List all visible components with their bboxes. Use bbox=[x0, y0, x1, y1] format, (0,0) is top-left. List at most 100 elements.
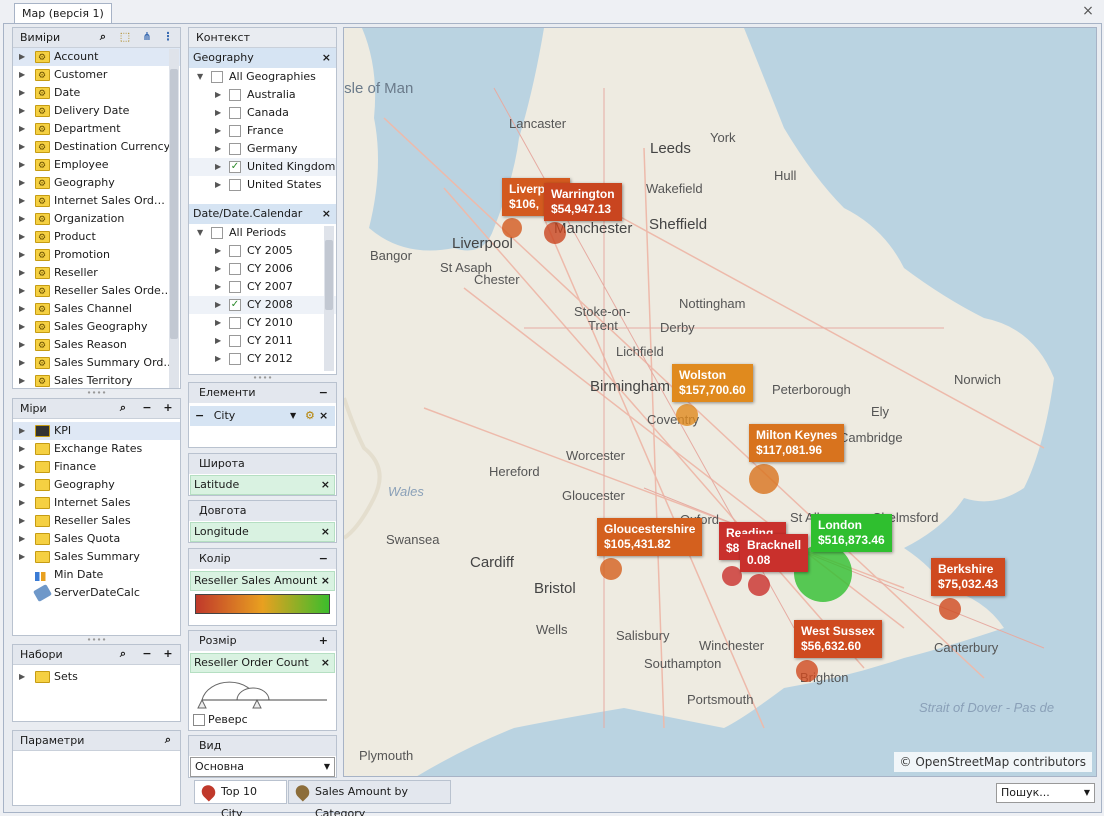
expand-icon[interactable]: ▶ bbox=[19, 548, 25, 566]
expand-icon[interactable]: ▶ bbox=[215, 278, 221, 296]
expand-icon[interactable]: ▶ bbox=[19, 422, 25, 440]
map-marker[interactable] bbox=[748, 574, 770, 596]
checkbox[interactable] bbox=[229, 335, 241, 347]
collapse-icon[interactable]: ▼ bbox=[197, 224, 203, 242]
checkbox[interactable] bbox=[229, 125, 241, 137]
expand-icon[interactable]: ▶ bbox=[215, 350, 221, 368]
set-item[interactable]: ▶ Sets bbox=[13, 668, 180, 686]
geography-item[interactable]: ▶ ✓ United Kingdom bbox=[189, 158, 336, 176]
measure-item[interactable]: ▶ Exchange Rates bbox=[13, 440, 180, 458]
map-marker[interactable] bbox=[502, 218, 522, 238]
expand-icon[interactable]: ▶ bbox=[19, 440, 25, 458]
expand-icon[interactable]: ▶ bbox=[19, 476, 25, 494]
longitude-field[interactable]: Longitude × bbox=[190, 522, 335, 542]
expand-icon[interactable]: ▶ bbox=[19, 174, 25, 192]
date-scrollbar[interactable] bbox=[324, 226, 334, 371]
view-select[interactable]: Основна ▼ bbox=[190, 757, 335, 777]
geography-item[interactable]: ▶ United States bbox=[189, 176, 336, 194]
dimension-item[interactable]: ▶ Sales Territory bbox=[13, 372, 180, 388]
dimension-item[interactable]: ▶ Date bbox=[13, 84, 180, 103]
dimension-item[interactable]: ▶ Sales Summary Ord… bbox=[13, 354, 180, 373]
chevron-down-icon[interactable]: ▼ bbox=[324, 758, 330, 776]
expand-icon[interactable]: ▶ bbox=[19, 282, 25, 300]
expand-icon[interactable]: ▶ bbox=[19, 66, 25, 84]
expand-icon[interactable]: ▶ bbox=[19, 354, 25, 372]
expand-icon[interactable]: ▶ bbox=[19, 192, 25, 210]
collapse-icon[interactable]: ▼ bbox=[197, 68, 203, 86]
dimension-item[interactable]: ▶ Internet Sales Ord… bbox=[13, 192, 180, 211]
expand-icon[interactable]: ▶ bbox=[215, 86, 221, 104]
tree-icon[interactable]: ⋮ bbox=[161, 30, 175, 44]
collapse-icon[interactable]: − bbox=[140, 401, 154, 415]
close-icon[interactable]: × bbox=[1080, 4, 1096, 20]
period-item[interactable]: ▶ ✓ CY 2008 bbox=[189, 296, 336, 314]
dimension-item[interactable]: ▶ Customer bbox=[13, 66, 180, 85]
measure-item[interactable]: ▶ Sales Quota bbox=[13, 530, 180, 548]
period-item[interactable]: ▶ CY 2007 bbox=[189, 278, 336, 296]
dimension-item[interactable]: ▶ Reseller bbox=[13, 264, 180, 283]
remove-icon[interactable]: × bbox=[322, 204, 331, 224]
hierarchy-icon[interactable]: ⋔ bbox=[140, 30, 154, 44]
period-item[interactable]: ▶ CY 2012 bbox=[189, 350, 336, 368]
color-gradient[interactable] bbox=[195, 594, 330, 614]
expand-icon[interactable]: ▶ bbox=[215, 140, 221, 158]
remove-icon[interactable]: × bbox=[321, 476, 330, 494]
search-input[interactable]: Пошук... ▼ bbox=[996, 783, 1095, 803]
checkbox[interactable] bbox=[229, 353, 241, 365]
tab-sales-by-category[interactable]: Sales Amount by Category bbox=[288, 780, 451, 816]
checkbox[interactable] bbox=[229, 107, 241, 119]
size-field[interactable]: Reseller Order Count × bbox=[190, 653, 335, 673]
expand-icon[interactable]: ▶ bbox=[215, 176, 221, 194]
latitude-field[interactable]: Latitude × bbox=[190, 475, 335, 495]
remove-icon[interactable]: × bbox=[319, 406, 328, 426]
checkbox[interactable] bbox=[229, 263, 241, 275]
checkbox[interactable] bbox=[211, 227, 223, 239]
dimension-item[interactable]: ▶ Promotion bbox=[13, 246, 180, 265]
checkbox[interactable]: ✓ bbox=[229, 299, 241, 311]
map-marker[interactable] bbox=[600, 558, 622, 580]
dropdown-icon[interactable]: ▼ bbox=[290, 406, 296, 426]
measure-item[interactable]: ▶ Internet Sales bbox=[13, 494, 180, 512]
map-callout[interactable]: Bracknell 0.08 bbox=[740, 534, 809, 572]
date-filter-header[interactable]: Date/Date.Calendar × bbox=[189, 204, 336, 224]
expand-icon[interactable]: ▶ bbox=[19, 102, 25, 120]
period-item[interactable]: ▼ All Periods bbox=[189, 224, 336, 242]
color-field[interactable]: Reseller Sales Amount × bbox=[190, 571, 335, 591]
expand-icon[interactable]: ▶ bbox=[215, 242, 221, 260]
dimension-item[interactable]: ▶ Organization bbox=[13, 210, 180, 229]
reverse-checkbox[interactable] bbox=[193, 714, 205, 726]
splitter[interactable]: ∙∙∙∙ bbox=[188, 374, 337, 382]
period-item[interactable]: ▶ CY 2005 bbox=[189, 242, 336, 260]
dimension-item[interactable]: ▶ Product bbox=[13, 228, 180, 247]
search-icon[interactable]: ⌕ bbox=[96, 30, 110, 44]
period-item[interactable]: ▶ CY 2011 bbox=[189, 332, 336, 350]
settings-icon[interactable]: ⚙ bbox=[305, 406, 315, 426]
expand-icon[interactable]: ▶ bbox=[215, 296, 221, 314]
dimension-item[interactable]: ▶ Destination Currency bbox=[13, 138, 180, 157]
geography-filter-header[interactable]: Geography × bbox=[189, 48, 336, 68]
dimension-item[interactable]: ▶ Delivery Date bbox=[13, 102, 180, 121]
checkbox[interactable]: ✓ bbox=[229, 161, 241, 173]
expand-icon[interactable]: ▶ bbox=[19, 246, 25, 264]
dimension-item[interactable]: ▶ Sales Geography bbox=[13, 318, 180, 337]
expand-icon[interactable]: ▶ bbox=[19, 530, 25, 548]
expand-icon[interactable]: ▶ bbox=[19, 264, 25, 282]
checkbox[interactable] bbox=[229, 179, 241, 191]
search-icon[interactable]: ⌕ bbox=[116, 647, 130, 661]
measure-item[interactable]: ServerDateCalc bbox=[13, 584, 180, 602]
map-callout[interactable]: Warrington $54,947.13 bbox=[544, 183, 622, 221]
tab-top-10-city[interactable]: Top 10 City bbox=[194, 780, 287, 816]
dimension-item[interactable]: ▶ Employee bbox=[13, 156, 180, 175]
remove-icon[interactable]: × bbox=[321, 654, 330, 672]
expand-icon[interactable]: ▶ bbox=[19, 494, 25, 512]
checkbox[interactable] bbox=[229, 143, 241, 155]
remove-icon[interactable]: × bbox=[321, 572, 330, 590]
checkbox[interactable] bbox=[229, 245, 241, 257]
map-callout[interactable]: Milton Keynes $117,081.96 bbox=[749, 424, 845, 462]
map-marker[interactable] bbox=[722, 566, 742, 586]
measure-item[interactable]: ▶ Finance bbox=[13, 458, 180, 476]
dimension-item[interactable]: ▶ Sales Channel bbox=[13, 300, 180, 319]
expand-icon[interactable]: ▶ bbox=[19, 210, 25, 228]
expand-icon[interactable]: ▶ bbox=[19, 228, 25, 246]
expand-icon[interactable]: ▶ bbox=[19, 336, 25, 354]
